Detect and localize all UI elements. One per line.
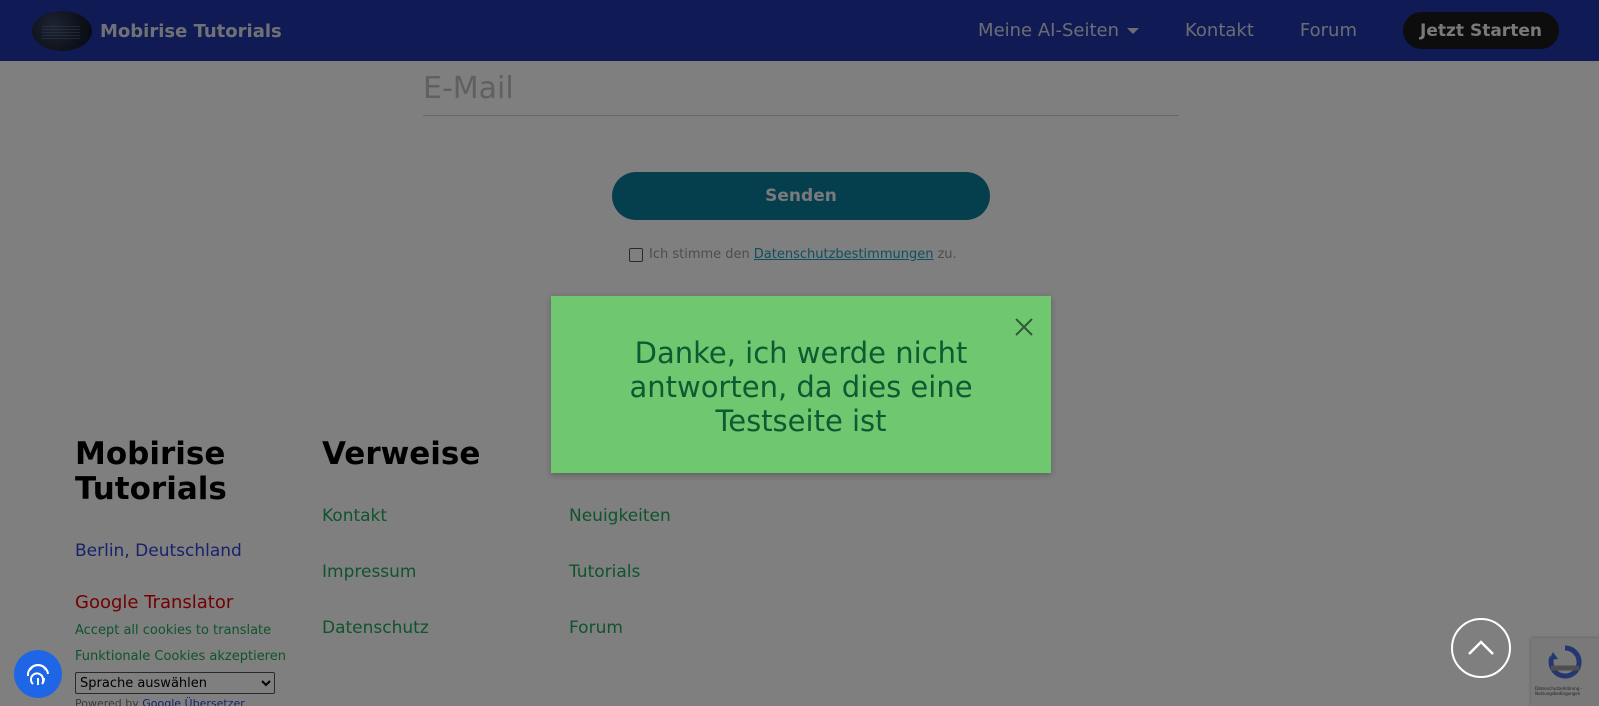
cookie-settings-button[interactable] — [14, 650, 62, 698]
toast-message: Danke, ich werde nicht antworten, da die… — [629, 336, 973, 438]
close-icon[interactable] — [1011, 314, 1037, 340]
chevron-up-icon — [1468, 640, 1494, 655]
fingerprint-icon — [26, 664, 49, 685]
success-toast: Danke, ich werde nicht antworten, da die… — [551, 296, 1051, 473]
scroll-top-button[interactable] — [1451, 618, 1511, 678]
